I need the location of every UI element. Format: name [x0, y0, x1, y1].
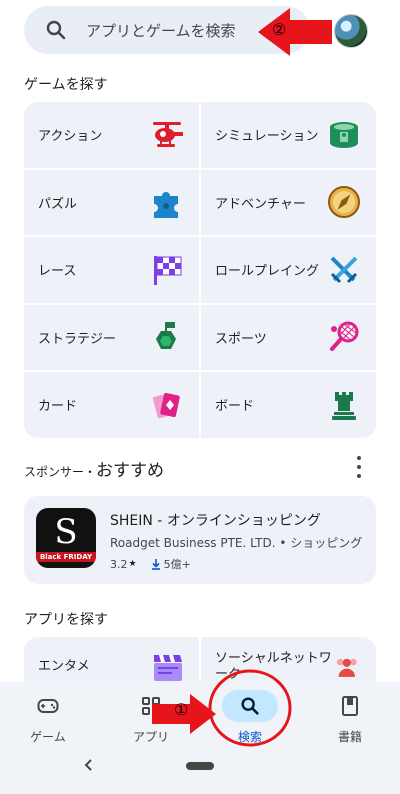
section-title-apps: アプリを探す	[24, 612, 108, 628]
sponsored-title: おすすめ	[96, 461, 165, 481]
star-icon: ★	[128, 559, 137, 569]
book-icon	[342, 696, 358, 716]
app-icon-banner: Black FRIDAY	[36, 552, 96, 562]
clapperboard-icon	[154, 655, 182, 681]
sponsored-header: スポンサー・ おすすめ	[24, 456, 164, 481]
nav-label: 書籍	[337, 730, 362, 744]
category-label: レース	[38, 264, 77, 280]
category-label: ロールプレイング	[215, 264, 320, 280]
section-title-games: ゲームを探す	[24, 77, 108, 93]
category-board[interactable]: ボード	[201, 372, 376, 438]
search-placeholder: アプリとゲームを検索	[86, 21, 236, 40]
sponsored-app-card[interactable]: S Black FRIDAY SHEIN - オンラインショッピング Roadg…	[24, 496, 376, 584]
search-icon	[46, 20, 66, 40]
category-adventure[interactable]: アドベンチャー	[201, 169, 376, 235]
nav-books[interactable]: 書籍	[310, 690, 390, 745]
system-back-icon[interactable]	[82, 758, 96, 772]
category-label: シミュレーション	[215, 129, 319, 145]
annotation-circle	[208, 669, 292, 747]
nav-pill	[20, 690, 76, 722]
app-title: SHEIN - オンラインショッピング	[110, 513, 321, 529]
category-sports[interactable]: スポーツ	[201, 304, 376, 370]
category-label: エンタメ	[38, 659, 90, 674]
nav-games[interactable]: ゲーム	[8, 690, 88, 745]
avatar[interactable]	[334, 14, 368, 48]
tennis-racket-icon	[330, 321, 359, 352]
gamepad-icon	[37, 699, 59, 713]
app-downloads: 5億+	[163, 558, 191, 571]
compass-icon	[328, 186, 360, 219]
crossed-swords-icon	[330, 256, 358, 283]
category-puzzle[interactable]: パズル	[24, 169, 199, 235]
helicopter-icon	[153, 121, 183, 147]
checkered-flag-icon	[154, 255, 182, 285]
category-label: アドベンチャー	[215, 196, 306, 212]
app-rating: 3.2	[110, 557, 128, 571]
people-icon	[337, 658, 358, 677]
chess-rook-icon	[332, 391, 356, 420]
game-category-grid: アクション シミュレーション パズル アドベンチャー レース ロールプレイング …	[24, 102, 376, 438]
strategy-flag-icon	[156, 322, 176, 350]
app-meta: 3.2 ★ 5億+	[110, 556, 191, 572]
nav-label: ゲーム	[30, 730, 66, 744]
category-simulation[interactable]: シミュレーション	[201, 102, 376, 168]
category-label: スポーツ	[215, 331, 267, 347]
category-label: パズル	[38, 196, 78, 212]
annotation-marker-2: ②	[272, 20, 287, 39]
annotation-marker-1: ①	[174, 700, 189, 719]
app-subtitle: Roadget Business PTE. LTD. • ショッピング	[110, 536, 363, 550]
category-label: アクション	[38, 129, 103, 145]
category-card[interactable]: カード	[24, 372, 199, 438]
category-label: カード	[38, 399, 78, 415]
puzzle-icon	[154, 192, 178, 219]
category-label: ストラテジー	[38, 331, 117, 347]
shein-app-icon: S Black FRIDAY	[36, 508, 96, 568]
download-icon	[151, 558, 160, 570]
category-label: ボード	[215, 399, 255, 415]
cards-icon	[152, 392, 180, 418]
stadium-icon	[330, 121, 358, 148]
app-icon-letter: S	[54, 512, 78, 552]
category-roleplaying[interactable]: ロールプレイング	[201, 237, 376, 303]
annotation-arrow-2	[258, 8, 332, 56]
category-action[interactable]: アクション	[24, 102, 199, 168]
sponsored-prefix: スポンサー・	[24, 465, 97, 479]
more-options-icon[interactable]	[352, 456, 366, 478]
category-racing[interactable]: レース	[24, 237, 199, 303]
system-home-handle[interactable]	[186, 762, 214, 770]
category-strategy[interactable]: ストラテジー	[24, 304, 199, 370]
nav-pill	[322, 690, 378, 722]
